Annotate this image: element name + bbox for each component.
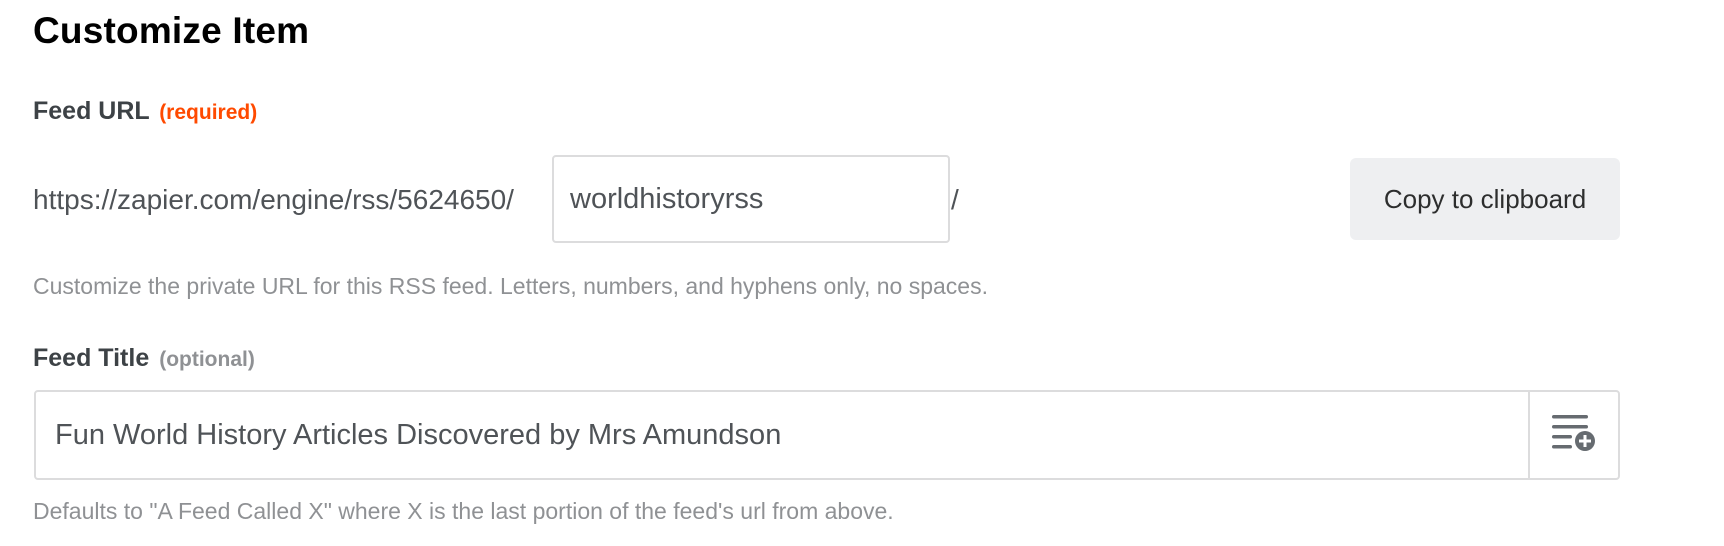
feed-url-label-text: Feed URL (33, 97, 150, 125)
feed-title-label: Feed Title (optional) (33, 344, 255, 373)
insert-data-icon (1551, 412, 1597, 459)
customize-item-panel: Customize Item Feed URL (required) https… (0, 0, 1724, 546)
feed-title-input[interactable] (36, 392, 1528, 478)
insert-data-button[interactable] (1528, 392, 1618, 478)
feed-title-help-text: Defaults to "A Feed Called X" where X is… (33, 498, 894, 524)
feed-title-label-text: Feed Title (33, 344, 150, 372)
feed-url-prefix: https://zapier.com/engine/rss/5624650/ (33, 184, 514, 215)
feed-url-slug-input[interactable] (552, 155, 950, 243)
optional-tag: (optional) (159, 348, 255, 371)
feed-url-suffix: / (951, 184, 959, 215)
feed-title-field (34, 390, 1620, 480)
required-tag: (required) (159, 101, 258, 124)
copy-to-clipboard-button[interactable]: Copy to clipboard (1350, 158, 1620, 240)
feed-url-help-text: Customize the private URL for this RSS f… (33, 273, 988, 299)
page-title: Customize Item (33, 10, 310, 51)
feed-url-label: Feed URL (required) (33, 97, 257, 126)
